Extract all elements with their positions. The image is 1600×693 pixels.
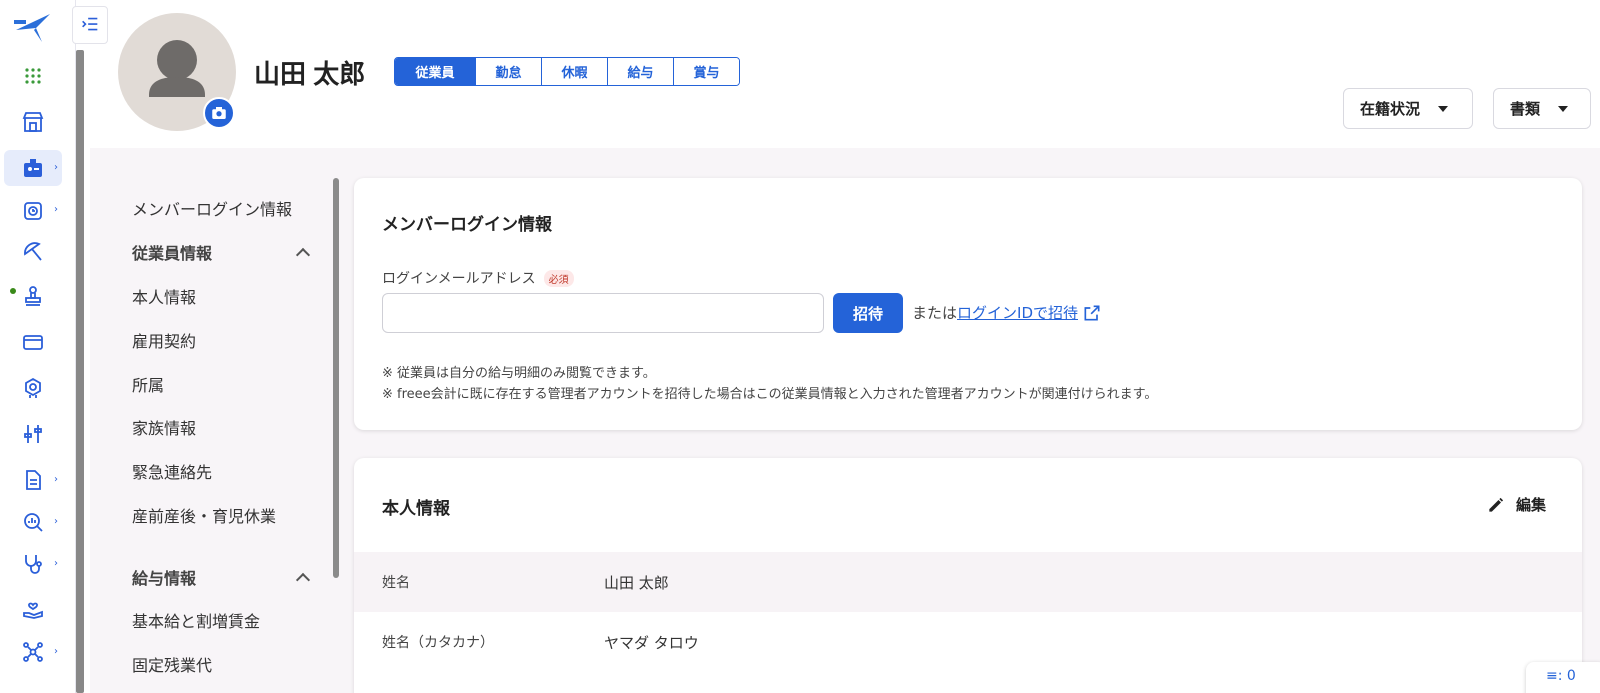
integrations-network-icon[interactable]: › xyxy=(4,634,62,670)
apps-grid-icon[interactable] xyxy=(4,58,62,94)
chevron-right-icon: › xyxy=(54,646,58,657)
nav-item-login-info[interactable]: メンバーログイン情報 xyxy=(132,196,292,220)
personal-info-card: 本人情報 編集 姓名 山田 太郎 姓名（カタカナ） ヤマダ タロウ xyxy=(354,458,1582,693)
tab-employee[interactable]: 従業員 xyxy=(395,58,475,85)
document-icon[interactable]: › xyxy=(4,462,62,498)
timeclock-icon[interactable]: › xyxy=(4,192,62,228)
nav-item-department[interactable]: 所属 xyxy=(132,372,164,396)
chevron-right-icon: › xyxy=(54,204,58,215)
main-content: メンバーログイン情報 従業員情報 本人情報 雇用契約 所属 家族情報 緊急連絡先… xyxy=(90,148,1600,693)
pencil-icon xyxy=(1489,497,1504,512)
nav-group-employee[interactable]: 従業員情報 xyxy=(132,240,312,264)
documents-label: 書類 xyxy=(1510,100,1541,118)
settings-sliders-icon[interactable] xyxy=(4,416,62,452)
documents-dropdown[interactable]: 書類 xyxy=(1493,88,1591,129)
employment-status-label: 在籍状況 xyxy=(1360,100,1421,118)
nav-item-contract[interactable]: 雇用契約 xyxy=(132,328,196,352)
card-icon[interactable] xyxy=(4,324,62,360)
table-row: 姓名（カタカナ） ヤマダ タロウ xyxy=(354,612,1582,672)
or-label: または xyxy=(912,304,958,322)
employee-header: 山田 太郎 従業員 勤怠 休暇 給与 賞与 在籍状況 書類 xyxy=(90,0,1600,148)
edit-label: 編集 xyxy=(1515,496,1546,514)
chevron-right-icon: › xyxy=(54,162,58,173)
login-card-title: メンバーログイン情報 xyxy=(382,215,552,235)
nav-scrollbar[interactable] xyxy=(333,178,339,578)
nav-item-fixed-overtime[interactable]: 固定残業代 xyxy=(132,652,212,676)
section-nav: メンバーログイン情報 従業員情報 本人情報 雇用契約 所属 家族情報 緊急連絡先… xyxy=(90,148,339,693)
app-logo-icon[interactable] xyxy=(12,8,54,44)
table-row: 姓名 山田 太郎 xyxy=(354,552,1582,612)
chevron-up-icon xyxy=(295,247,311,262)
nav-group-employee-label: 従業員情報 xyxy=(132,244,213,263)
nav-item-family[interactable]: 家族情報 xyxy=(132,415,196,439)
award-icon[interactable] xyxy=(4,370,62,406)
health-stethoscope-icon[interactable]: › xyxy=(4,546,62,582)
email-label-text: ログインメールアドレス xyxy=(382,271,536,287)
tab-salary[interactable]: 給与 xyxy=(607,58,673,85)
note-payslip: ※ 従業員は自分の給与明細のみ閲覧できます。 xyxy=(382,366,656,381)
invite-by-id-link[interactable]: ログインIDで招待 xyxy=(957,302,1078,323)
nav-item-base-salary[interactable]: 基本給と割増賃金 xyxy=(132,608,260,632)
store-icon[interactable] xyxy=(4,104,62,140)
benefits-hand-heart-icon[interactable] xyxy=(4,590,62,626)
row-label-kana: 姓名（カタカナ） xyxy=(382,635,494,651)
employee-name: 山田 太郎 xyxy=(254,59,366,89)
required-badge: 必須 xyxy=(543,269,574,287)
edit-button[interactable]: 編集 xyxy=(1486,494,1546,515)
nav-item-personal[interactable]: 本人情報 xyxy=(132,284,196,308)
collapse-menu-button[interactable] xyxy=(72,6,108,44)
app-rail: › › › › › › xyxy=(0,0,76,693)
rail-scrollbar[interactable] xyxy=(76,50,84,693)
employee-icon[interactable]: › xyxy=(4,150,62,186)
vacation-umbrella-icon[interactable] xyxy=(4,234,62,270)
tab-vacation[interactable]: 休暇 xyxy=(541,58,607,85)
floating-list-button[interactable]: ≡: 0 xyxy=(1526,662,1600,693)
camera-icon[interactable] xyxy=(203,97,235,129)
analytics-icon[interactable]: › xyxy=(4,504,62,540)
row-value-name: 山田 太郎 xyxy=(604,573,669,592)
row-value-kana: ヤマダ タロウ xyxy=(604,633,699,652)
note-admin-account: ※ freee会計に既に存在する管理者アカウントを招待した場合はこの従業員情報と… xyxy=(382,387,1158,402)
employment-status-dropdown[interactable]: 在籍状況 xyxy=(1343,88,1473,129)
stamp-icon[interactable] xyxy=(4,278,62,314)
external-link-icon[interactable] xyxy=(1082,303,1102,323)
caret-down-icon xyxy=(1438,105,1449,112)
chevron-right-icon: › xyxy=(54,474,58,485)
tab-bonus[interactable]: 賞与 xyxy=(673,58,739,85)
invite-button[interactable]: 招待 xyxy=(833,293,903,333)
chevron-right-icon: › xyxy=(54,558,58,569)
personal-card-title: 本人情報 xyxy=(382,499,450,519)
email-field-label: ログインメールアドレス 必須 xyxy=(382,268,574,288)
nav-item-emergency[interactable]: 緊急連絡先 xyxy=(132,459,212,483)
nav-item-maternity[interactable]: 産前産後・育児休業 xyxy=(132,503,276,527)
invite-alt: または ログインIDで招待 xyxy=(912,302,1102,323)
nav-group-salary[interactable]: 給与情報 xyxy=(132,565,312,589)
nav-group-salary-label: 給与情報 xyxy=(132,569,197,588)
chevron-up-icon xyxy=(295,572,311,587)
menu-collapse-icon xyxy=(82,17,98,31)
chevron-right-icon: › xyxy=(54,516,58,527)
caret-down-icon xyxy=(1558,105,1569,112)
row-label-name: 姓名 xyxy=(382,575,410,591)
login-info-card: メンバーログイン情報 ログインメールアドレス 必須 招待 または ログインIDで… xyxy=(354,178,1582,430)
login-email-input[interactable] xyxy=(382,293,824,333)
employee-tabs: 従業員 勤怠 休暇 給与 賞与 xyxy=(394,57,740,86)
tab-attendance[interactable]: 勤怠 xyxy=(475,58,541,85)
